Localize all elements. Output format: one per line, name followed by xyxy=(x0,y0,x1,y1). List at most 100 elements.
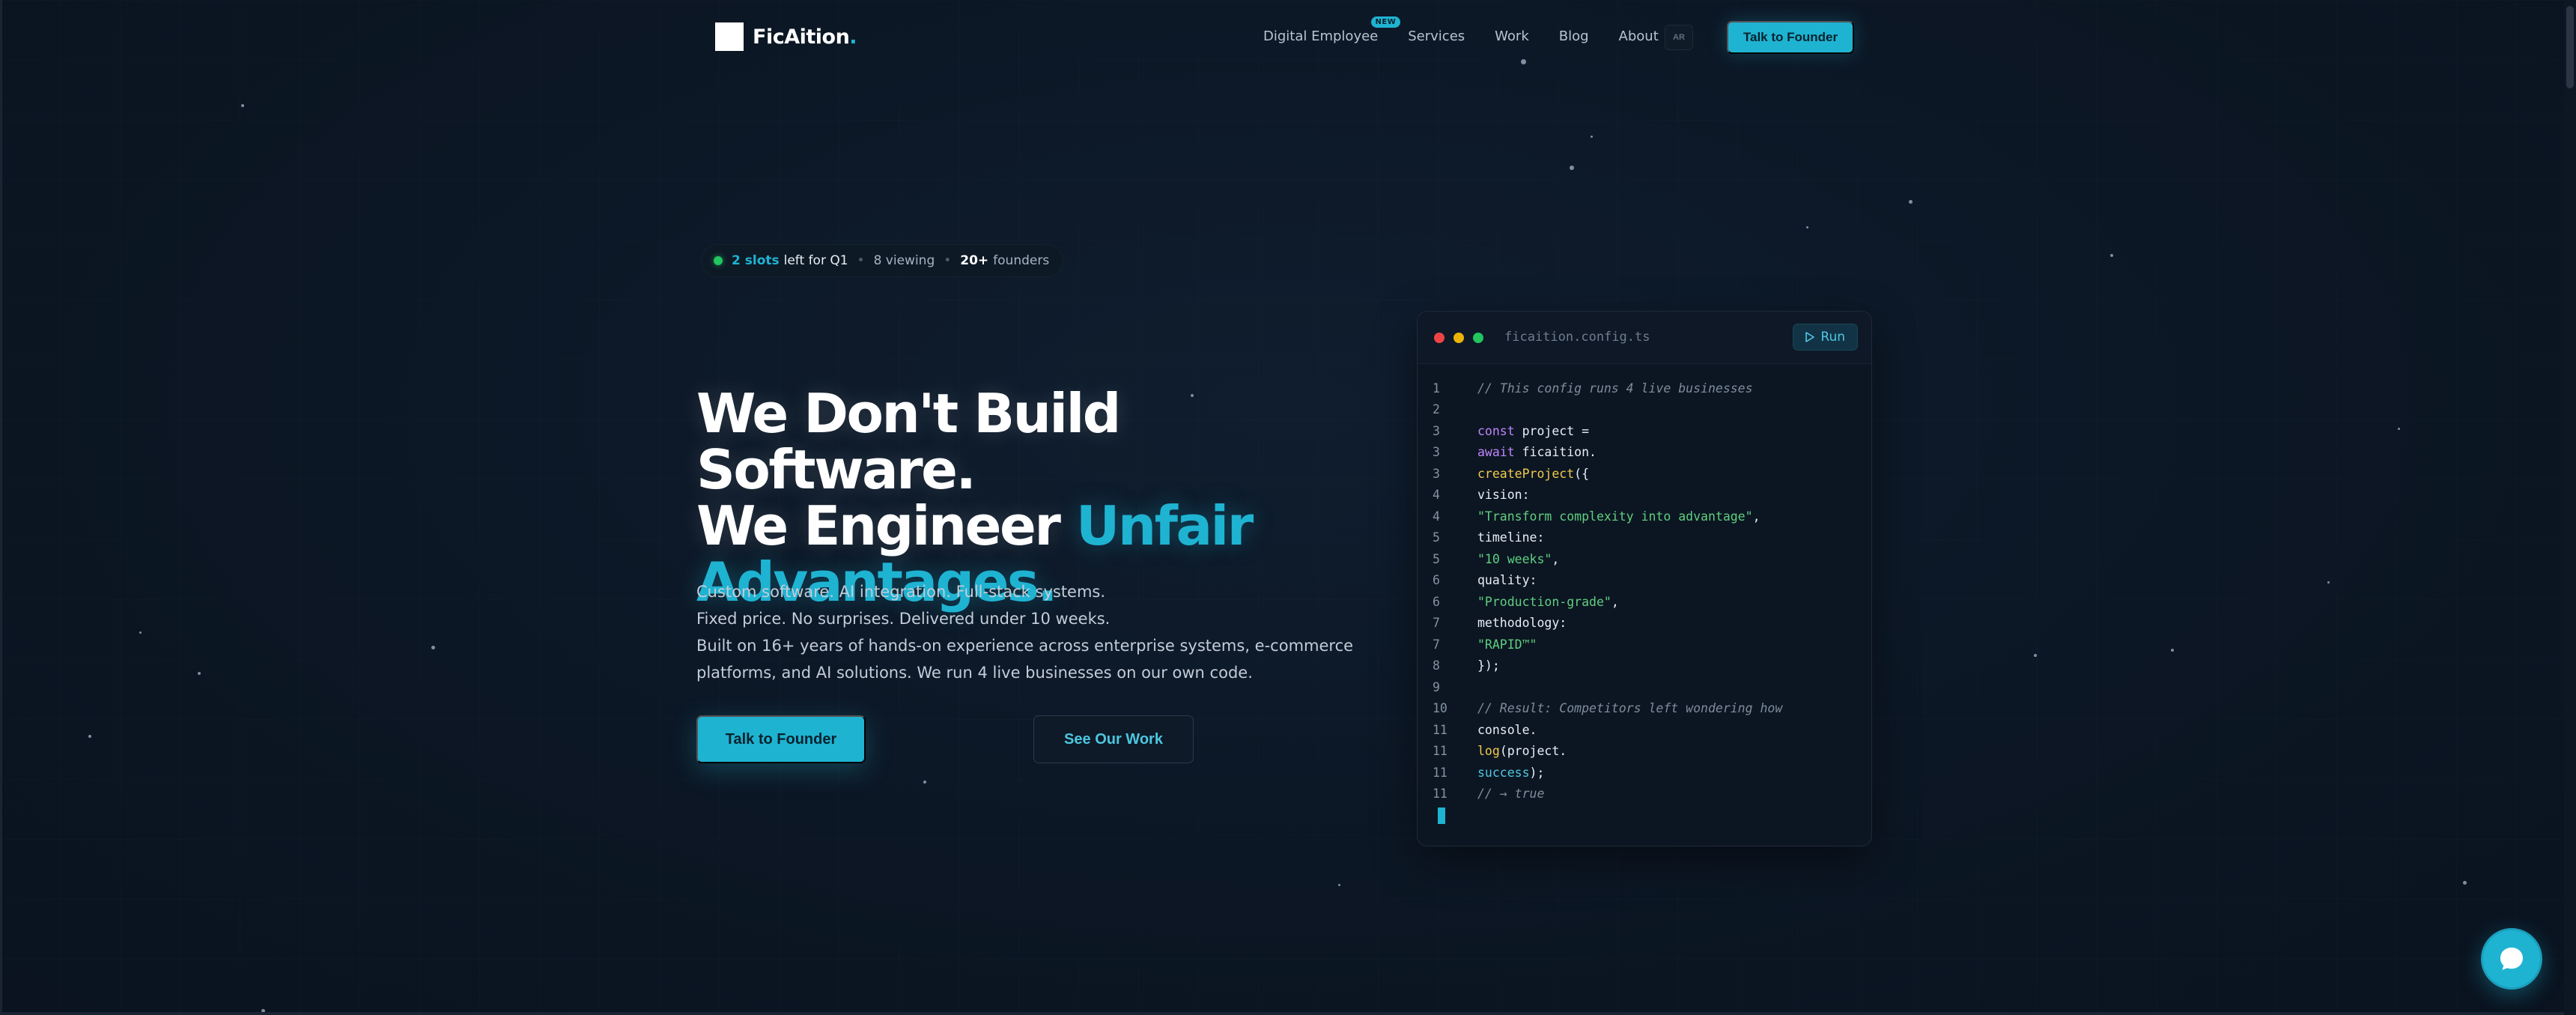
code-token: ficaition. xyxy=(1514,445,1597,460)
code-line: 4 "Transform complexity into advantage", xyxy=(1418,506,1871,527)
line-number: 7 xyxy=(1433,616,1440,631)
slots-suffix: left for Q1 xyxy=(783,253,848,268)
code-token: project = xyxy=(1514,423,1590,438)
code-line: 4 vision: xyxy=(1418,485,1871,506)
hero-sub-line: Custom software. AI integration. Full-st… xyxy=(696,583,1106,601)
code-token: // Result: Competitors left wondering ho… xyxy=(1477,701,1783,716)
top-navigation: FicAition. Digital Employee NEW Services… xyxy=(715,16,1854,55)
line-number: 11 xyxy=(1433,722,1448,737)
code-line: 11 success); xyxy=(1418,762,1871,784)
availability-badge: 2 slots left for Q1 • 8 viewing • 20+ fo… xyxy=(701,244,1064,277)
window-close-dot-icon xyxy=(1434,333,1445,343)
code-token: // → true xyxy=(1477,787,1545,802)
code-token: methodology: xyxy=(1477,616,1567,631)
line-number: 8 xyxy=(1433,658,1440,673)
hero-line-2-accent: Unfair xyxy=(1075,494,1254,557)
hero-sub-line: Fixed price. No surprises. Delivered und… xyxy=(696,610,1111,628)
code-editor-header: ficaition.config.ts Run xyxy=(1418,312,1871,364)
code-token: , xyxy=(1552,551,1560,566)
scrollbar-thumb[interactable] xyxy=(2566,6,2574,88)
code-token: , xyxy=(1611,594,1619,609)
chat-widget-button[interactable] xyxy=(2481,928,2542,990)
window-maximize-dot-icon xyxy=(1473,333,1483,343)
star xyxy=(2398,428,2400,430)
line-number: 2 xyxy=(1433,402,1440,417)
star xyxy=(1338,884,1340,886)
line-number: 3 xyxy=(1433,466,1440,481)
code-filename: ficaition.config.ts xyxy=(1504,330,1650,345)
star xyxy=(241,104,244,107)
new-badge: NEW xyxy=(1370,16,1401,28)
code-token: , xyxy=(1752,509,1761,524)
star xyxy=(431,646,435,649)
code-token: "10 weeks" xyxy=(1477,551,1552,566)
star xyxy=(1570,166,1574,170)
star xyxy=(1806,226,1808,228)
code-token: "Production-grade" xyxy=(1477,594,1611,609)
line-number: 9 xyxy=(1433,679,1440,694)
code-token: "RAPID™" xyxy=(1477,637,1537,652)
code-token: timeline: xyxy=(1477,530,1545,545)
separator-dot: • xyxy=(857,253,865,268)
code-token: }); xyxy=(1477,658,1500,673)
code-token: (project. xyxy=(1499,744,1567,759)
chat-bubble-icon xyxy=(2500,948,2523,970)
run-button[interactable]: Run xyxy=(1793,324,1858,351)
nav-link-blog[interactable]: Blog xyxy=(1559,28,1589,44)
scrollbar[interactable] xyxy=(2564,0,2576,1015)
logo-link[interactable]: FicAition. xyxy=(715,22,857,51)
code-line: 5 "10 weeks", xyxy=(1418,548,1871,570)
slots-count: 2 slots xyxy=(732,253,780,268)
nav-link-digital-employee[interactable]: Digital Employee NEW xyxy=(1263,16,1401,44)
line-number: 5 xyxy=(1433,551,1440,566)
code-body: 1 // This config runs 4 live businesses 2 3… xyxy=(1418,378,1871,805)
code-token: "Transform complexity into advantage" xyxy=(1477,509,1753,524)
code-line: 8}); xyxy=(1418,655,1871,677)
code-line: 6 quality: xyxy=(1418,570,1871,592)
star xyxy=(2110,254,2113,257)
code-line: 11 console. xyxy=(1418,719,1871,741)
line-number: 3 xyxy=(1433,445,1440,460)
founders-count: 20+ xyxy=(960,253,989,268)
code-token: // This config runs 4 live businesses xyxy=(1477,381,1753,396)
logo-text: FicAition. xyxy=(753,25,857,49)
line-number: 10 xyxy=(1433,701,1448,716)
star xyxy=(1521,59,1526,64)
code-token: ); xyxy=(1529,765,1545,780)
line-number: 4 xyxy=(1433,488,1440,503)
star xyxy=(2034,654,2037,657)
code-line: 11 log (project. xyxy=(1418,741,1871,763)
nav-link-services[interactable]: Services xyxy=(1408,28,1465,44)
code-line: 7 "RAPID™" xyxy=(1418,634,1871,655)
code-token: createProject xyxy=(1477,466,1575,481)
line-number: 1 xyxy=(1433,381,1440,396)
language-toggle-button[interactable]: AR xyxy=(1665,25,1693,50)
code-editor-window: ficaition.config.ts Run 1 // This config … xyxy=(1417,311,1872,846)
line-number: 7 xyxy=(1433,637,1440,652)
code-line: 2 xyxy=(1418,399,1871,421)
star xyxy=(923,781,926,784)
code-line: 11 // → true xyxy=(1418,784,1871,805)
code-line: 5 timeline: xyxy=(1418,527,1871,549)
run-label: Run xyxy=(1820,330,1845,345)
star xyxy=(2327,581,2330,584)
hero-sub-line: platforms, and AI solutions. We run 4 li… xyxy=(696,664,1253,682)
code-cursor xyxy=(1438,808,1445,824)
hero-line-2-pre: We Engineer xyxy=(696,494,1076,557)
hero-talk-to-founder-button[interactable]: Talk to Founder xyxy=(696,715,866,763)
star xyxy=(198,672,201,675)
code-line: 1 // This config runs 4 live businesses xyxy=(1418,378,1871,399)
window-minimize-dot-icon xyxy=(1453,333,1464,343)
line-number: 11 xyxy=(1433,765,1448,780)
code-line: 6 "Production-grade", xyxy=(1418,591,1871,613)
nav-link-about[interactable]: About xyxy=(1619,28,1659,44)
code-token: quality: xyxy=(1477,573,1537,588)
code-token: console. xyxy=(1477,722,1537,737)
code-token: ({ xyxy=(1574,466,1590,481)
window-frame-bottom xyxy=(0,1012,2576,1015)
nav-link-work[interactable]: Work xyxy=(1495,28,1529,44)
star xyxy=(139,631,142,634)
see-our-work-button[interactable]: See Our Work xyxy=(1033,715,1194,763)
nav-talk-to-founder-button[interactable]: Talk to Founder xyxy=(1727,21,1854,54)
line-number: 6 xyxy=(1433,594,1440,609)
